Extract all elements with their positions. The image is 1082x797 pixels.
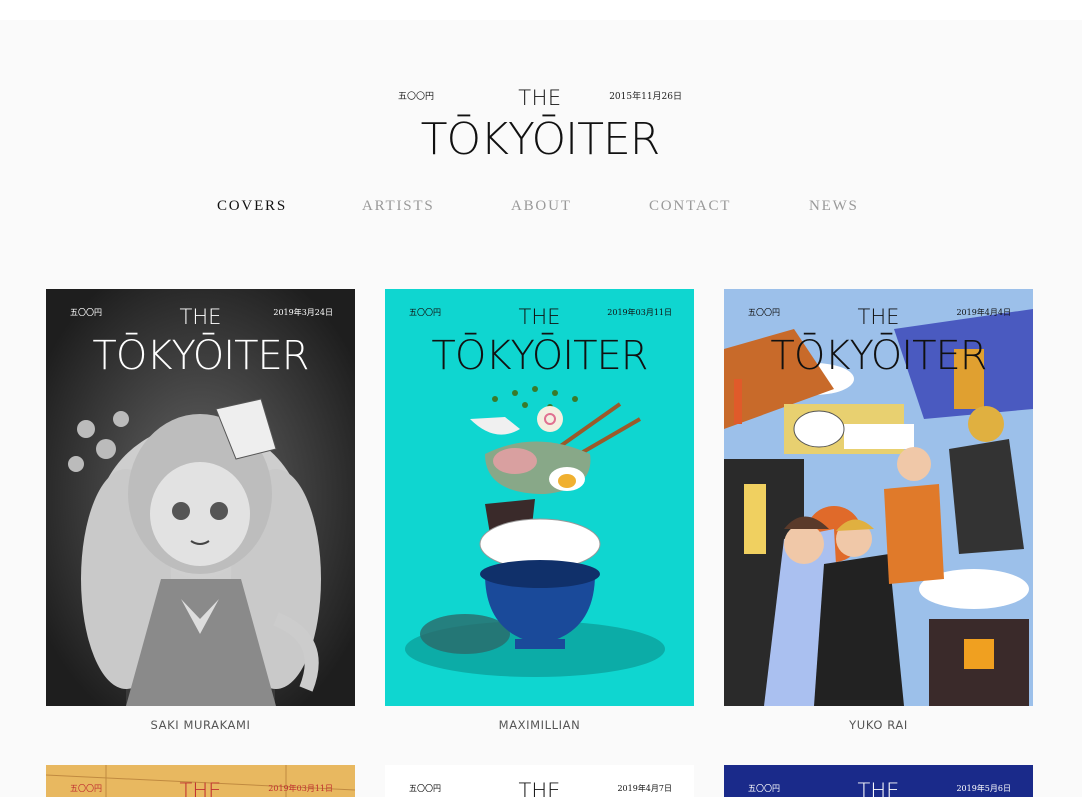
nav-covers[interactable]: COVERS — [217, 198, 287, 215]
top-bar — [0, 0, 1082, 20]
cover-card[interactable]: 五〇〇円 2019年3月24日 THE TŌKYŌITER — [46, 289, 355, 706]
cover-title: TŌKYŌITER — [431, 333, 648, 379]
cover-artist-name[interactable]: MAXIMILLIAN — [385, 718, 694, 732]
main-nav: COVERS ARTISTS ABOUT CONTACT NEWS — [0, 198, 1082, 220]
cover-the: THE — [518, 305, 561, 329]
nav-news[interactable]: NEWS — [809, 198, 859, 215]
nav-about[interactable]: ABOUT — [511, 198, 572, 215]
cover-card[interactable]: 五〇〇円 2019年4月4日 THE TŌKYŌITER — [724, 289, 1033, 706]
cover-artist-name[interactable]: YUKO RAI — [724, 718, 1033, 732]
cover-title: TŌKYŌITER — [770, 333, 987, 379]
logo-the: THE — [518, 86, 562, 110]
cover-card[interactable]: 五〇〇円 2019年4月7日 THE — [385, 765, 694, 797]
cover-title: TŌKYŌITER — [92, 333, 309, 379]
cover-card[interactable]: 五〇〇円 2019年03月11日 THE TŌKYŌITER — [385, 289, 694, 706]
cover-the: THE — [179, 779, 222, 797]
cover-the: THE — [857, 779, 900, 797]
cover-the: THE — [179, 305, 222, 329]
logo-name: TŌKYŌITER — [420, 114, 661, 165]
nav-contact[interactable]: CONTACT — [649, 198, 731, 215]
cover-the: THE — [518, 779, 561, 797]
site-logo[interactable]: 五〇〇円 2015年11月26日 THE TŌKYŌITER — [390, 84, 690, 174]
cover-the: THE — [857, 305, 900, 329]
cover-artist-name[interactable]: SAKI MURAKAMI — [46, 718, 355, 732]
cover-card[interactable]: 五〇〇円 2019年5月6日 THE — [724, 765, 1033, 797]
nav-artists[interactable]: ARTISTS — [362, 198, 435, 215]
cover-card[interactable]: 五〇〇円 2019年03月11日 THE — [46, 765, 355, 797]
